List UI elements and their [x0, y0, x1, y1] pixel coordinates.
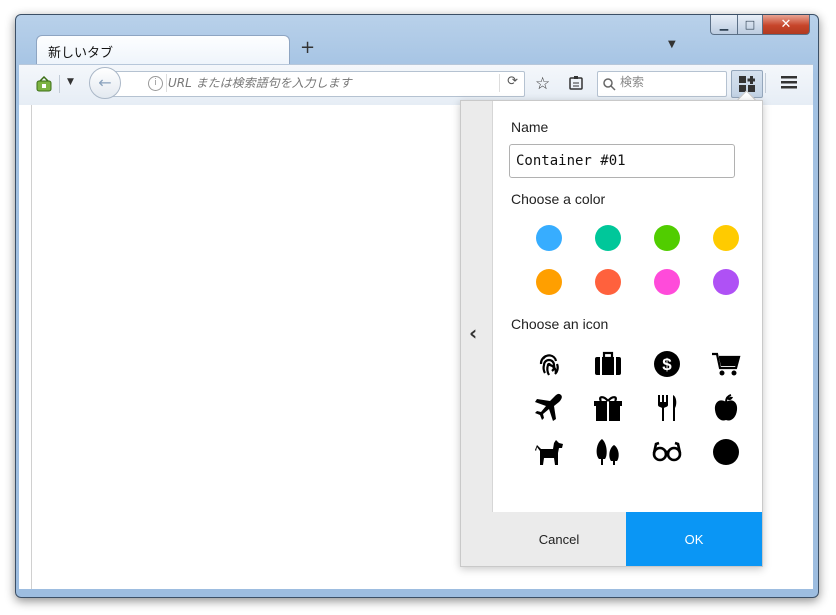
maximize-button[interactable]: □: [738, 15, 763, 35]
vacation-icon[interactable]: [534, 393, 564, 423]
gift-icon[interactable]: [593, 393, 623, 423]
color-option-orange[interactable]: [536, 269, 562, 295]
toolbar-divider: [59, 75, 60, 93]
ok-button[interactable]: OK: [626, 512, 762, 566]
tab-title: 新しいタブ: [48, 46, 114, 61]
food-icon[interactable]: [652, 393, 682, 423]
reload-icon[interactable]: ⟳: [507, 74, 518, 89]
icon-label: Choose an icon: [511, 316, 609, 332]
menu-icon[interactable]: [781, 75, 797, 93]
color-option-red[interactable]: [595, 269, 621, 295]
briefcase-icon[interactable]: [593, 349, 623, 379]
color-option-purple[interactable]: [713, 269, 739, 295]
home-icon[interactable]: [36, 75, 52, 96]
color-option-green[interactable]: [654, 225, 680, 251]
tab-new-tab[interactable]: 新しいタブ: [36, 35, 290, 66]
content-border: [31, 105, 32, 589]
panel-footer: Cancel OK: [492, 512, 762, 566]
url-bar[interactable]: i ⟳: [109, 71, 525, 97]
browser-window: ▁ □ ✕ 新しいタブ + ▼ ▼ i ⟳ ← ☆: [15, 14, 819, 598]
dollar-icon[interactable]: $: [652, 349, 682, 379]
search-icon: [603, 76, 616, 95]
cancel-button[interactable]: Cancel: [492, 512, 626, 566]
panel-back-button[interactable]: ‹: [461, 101, 493, 566]
list-all-tabs-icon[interactable]: ▼: [668, 39, 676, 50]
url-input[interactable]: [168, 74, 488, 92]
tree-icon[interactable]: [593, 437, 623, 467]
color-option-pink[interactable]: [654, 269, 680, 295]
fingerprint-icon[interactable]: [534, 349, 564, 379]
svg-text:$: $: [662, 355, 672, 374]
fruit-icon[interactable]: [711, 393, 741, 423]
search-bar[interactable]: [597, 71, 727, 97]
new-tab-button[interactable]: +: [300, 37, 315, 58]
back-arrow-icon: ←: [98, 73, 112, 92]
bookmark-star-icon[interactable]: ☆: [535, 74, 550, 94]
close-button[interactable]: ✕: [763, 15, 810, 35]
cart-icon[interactable]: [711, 349, 741, 379]
minimize-button[interactable]: ▁: [710, 15, 738, 35]
color-option-yellow[interactable]: [713, 225, 739, 251]
toolbar-divider: [765, 73, 766, 93]
container-name-input[interactable]: [509, 144, 735, 178]
chevron-left-icon: ‹: [469, 321, 478, 345]
dropdown-arrow-icon[interactable]: ▼: [67, 77, 74, 87]
reader-list-icon[interactable]: [568, 75, 584, 95]
window-controls: ▁ □ ✕: [710, 15, 810, 35]
container-edit-panel: ‹ Name Choose a color Choose an icon $: [460, 100, 763, 567]
url-divider: [166, 74, 167, 92]
info-icon[interactable]: i: [148, 76, 163, 91]
circle-icon[interactable]: [711, 437, 741, 467]
reload-divider: [499, 74, 500, 92]
color-option-turquoise[interactable]: [595, 225, 621, 251]
chill-icon[interactable]: [652, 437, 682, 467]
color-label: Choose a color: [511, 191, 606, 207]
search-input[interactable]: [620, 75, 720, 89]
name-label: Name: [511, 119, 549, 135]
containers-icon: [739, 76, 755, 92]
color-option-blue[interactable]: [536, 225, 562, 251]
pet-icon[interactable]: [534, 437, 564, 467]
back-button[interactable]: ←: [89, 67, 121, 99]
